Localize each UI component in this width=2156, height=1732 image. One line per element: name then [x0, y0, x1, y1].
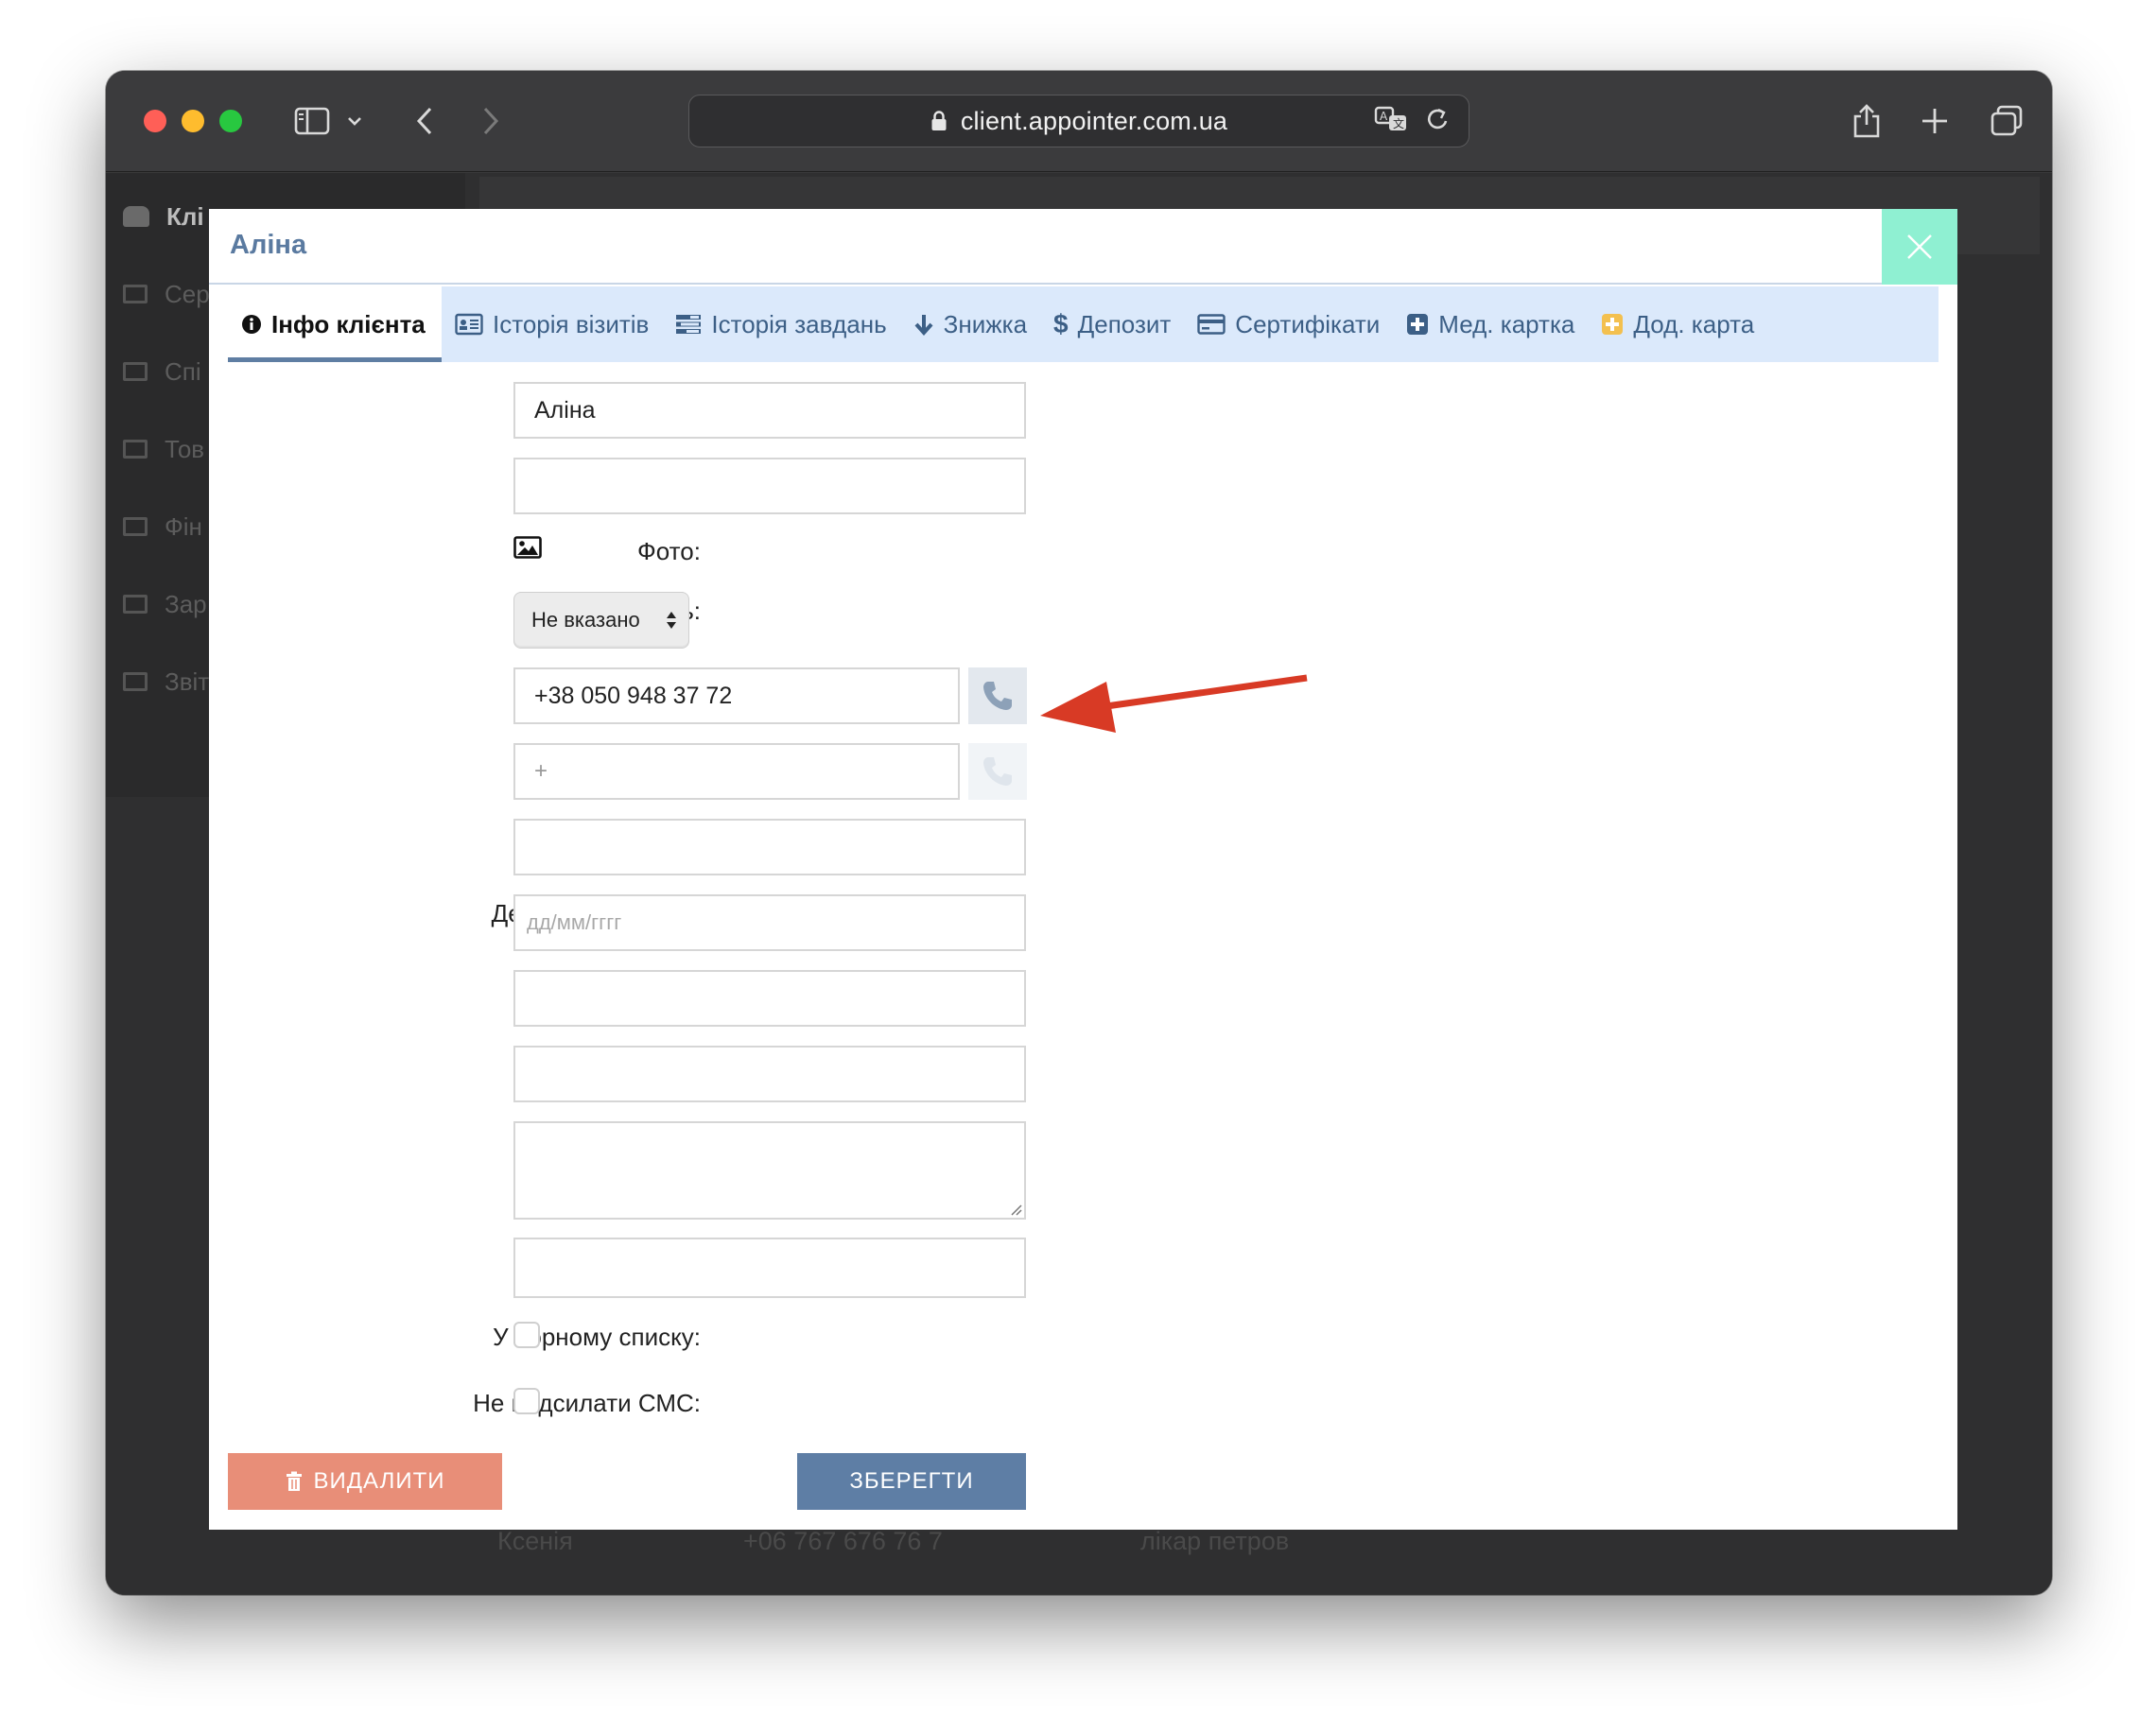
- tab-medical-card[interactable]: Мед. картка: [1393, 286, 1588, 362]
- phone-icon: [983, 757, 1012, 786]
- phone-icon: [983, 682, 1012, 710]
- first-name-input[interactable]: Аліна: [513, 382, 1026, 439]
- gender-select-value: Не вказано: [531, 608, 640, 632]
- tab-task-history[interactable]: Історія завдань: [662, 286, 899, 362]
- phone2-input[interactable]: +: [513, 743, 960, 800]
- no-sms-checkbox[interactable]: [513, 1388, 540, 1414]
- bg-sidebar-item: Звіт: [123, 663, 209, 701]
- bg-sidebar-item: Тов: [123, 430, 204, 468]
- credit-card-icon: [1197, 314, 1226, 335]
- plus-square-icon: [1602, 314, 1624, 335]
- address-bar[interactable]: client.appointer.com.ua A文: [688, 95, 1469, 147]
- tasks-icon: [676, 315, 702, 334]
- sidebar-toggle-icon[interactable]: [291, 99, 333, 143]
- id-card-icon: [455, 313, 483, 336]
- bg-sidebar-item: Клі: [123, 198, 204, 235]
- close-window-button[interactable]: [144, 110, 166, 132]
- bg-sidebar-item: Зар: [123, 585, 207, 623]
- social-input[interactable]: [513, 1046, 1026, 1102]
- chevron-down-icon[interactable]: [342, 99, 367, 143]
- code-input[interactable]: [513, 970, 1026, 1027]
- delete-button[interactable]: ВИДАЛИТИ: [228, 1453, 502, 1510]
- select-arrows-icon: [667, 612, 676, 629]
- bg-sidebar-item: Фін: [123, 508, 202, 546]
- bg-row-phone: +06 767 676 76 7: [743, 1527, 943, 1555]
- bg-sidebar-item: Спі: [123, 353, 201, 390]
- annotation-arrow-icon: [1040, 674, 1308, 733]
- source-input[interactable]: [513, 1238, 1026, 1298]
- dollar-icon: $: [1053, 309, 1069, 338]
- forward-arrow-icon[interactable]: [477, 99, 505, 143]
- birthday-input[interactable]: дд/мм/гггг: [513, 894, 1026, 951]
- tab-overview-icon[interactable]: [1986, 99, 2027, 143]
- browser-window: client.appointer.com.ua A文 Клі Сер Спі Т…: [106, 71, 2052, 1595]
- url-text: client.appointer.com.ua: [960, 106, 1228, 135]
- svg-text:文: 文: [1393, 116, 1404, 130]
- trash-icon: [286, 1471, 302, 1491]
- close-icon: [1907, 234, 1932, 259]
- tab-visit-history[interactable]: Історія візитів: [442, 286, 662, 362]
- info-circle-icon: [242, 315, 261, 334]
- browser-toolbar: client.appointer.com.ua A文: [106, 71, 2052, 172]
- minimize-window-button[interactable]: [182, 110, 204, 132]
- gender-select[interactable]: Не вказано: [513, 592, 689, 649]
- tab-discount[interactable]: Знижка: [900, 286, 1040, 362]
- arrow-down-icon: [914, 315, 933, 336]
- modal-title: Аліна: [230, 230, 307, 260]
- phone-input[interactable]: +38 050 948 37 72: [513, 667, 960, 724]
- tab-extra-card[interactable]: Дод. карта: [1588, 286, 1767, 362]
- email-input[interactable]: [513, 819, 1026, 875]
- reload-icon[interactable]: [1425, 105, 1452, 138]
- modal-close-button[interactable]: [1882, 209, 1957, 285]
- bg-sidebar-item: Сер: [123, 275, 210, 313]
- share-icon[interactable]: [1848, 99, 1886, 143]
- lock-icon: [931, 111, 947, 130]
- bg-row-note: лікар петров: [1140, 1527, 1290, 1555]
- last-name-input[interactable]: [513, 458, 1026, 514]
- zoom-window-button[interactable]: [219, 110, 242, 132]
- modal-tabs: Інфо клієнта Історія візитів Історія зав…: [228, 286, 1939, 362]
- bg-row-name: Ксенія: [497, 1527, 573, 1555]
- call-phone2-button[interactable]: [968, 743, 1027, 800]
- new-tab-icon[interactable]: [1916, 99, 1954, 143]
- back-arrow-icon[interactable]: [410, 99, 439, 143]
- svg-text:A: A: [1380, 110, 1388, 123]
- modal-header: Аліна: [209, 209, 1957, 285]
- tab-client-info[interactable]: Інфо клієнта: [228, 286, 442, 362]
- comment-textarea[interactable]: [513, 1121, 1026, 1220]
- resize-handle-icon[interactable]: [1009, 1203, 1022, 1216]
- tab-certificates[interactable]: Сертифікати: [1184, 286, 1393, 362]
- call-phone-button[interactable]: [968, 667, 1027, 724]
- client-modal: Аліна Інфо клієнта Історія візитів Істор…: [209, 209, 1957, 1530]
- image-icon[interactable]: [513, 536, 542, 563]
- tab-deposit[interactable]: $ Депозит: [1040, 286, 1184, 362]
- translate-icon[interactable]: A文: [1374, 105, 1410, 138]
- save-button[interactable]: ЗБЕРЕГТИ: [797, 1453, 1026, 1510]
- plus-square-icon: [1407, 314, 1429, 335]
- blacklist-checkbox[interactable]: [513, 1322, 540, 1348]
